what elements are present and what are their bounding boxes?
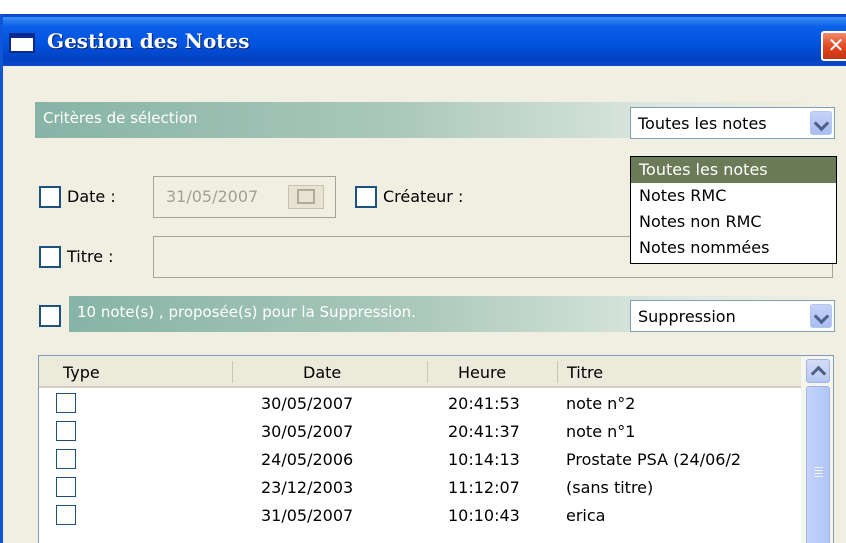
row-heure: 11:12:07 (448, 478, 520, 497)
row-titre: note n°2 (566, 394, 636, 413)
date-field[interactable]: 31/05/2007 (153, 176, 336, 218)
column-header-type[interactable]: Type (63, 363, 100, 382)
createur-label: Créateur : (383, 187, 464, 206)
notes-filter-value: Toutes les notes (638, 114, 767, 133)
grip-line (814, 470, 823, 471)
suppression-value: Suppression (638, 307, 736, 326)
date-value: 31/05/2007 (166, 187, 259, 206)
row-titre: erica (566, 506, 606, 525)
column-divider[interactable] (427, 361, 428, 383)
date-label: Date : (67, 187, 116, 206)
row-titre: Prostate PSA (24/06/2 (566, 450, 742, 469)
table-row[interactable]: 30/05/2007 20:41:37 note n°1 (39, 418, 801, 446)
row-date: 30/05/2007 (261, 422, 354, 441)
row-heure: 10:14:13 (448, 450, 520, 469)
vertical-scrollbar[interactable] (801, 356, 833, 543)
chevron-down-icon[interactable] (810, 111, 832, 135)
titre-checkbox[interactable] (39, 246, 61, 268)
row-checkbox[interactable] (56, 393, 76, 413)
row-date: 30/05/2007 (261, 394, 354, 413)
select-all-checkbox[interactable] (39, 305, 61, 327)
createur-checkbox[interactable] (355, 186, 377, 208)
notes-filter-select[interactable]: Toutes les notes (630, 107, 835, 139)
chevron-down-icon[interactable] (810, 304, 832, 328)
column-divider[interactable] (232, 361, 233, 383)
row-titre: note n°1 (566, 422, 636, 441)
table-header: Type Date Heure Titre (39, 356, 801, 388)
row-heure: 20:41:53 (448, 394, 520, 413)
row-date: 31/05/2007 (261, 506, 354, 525)
notes-window: Gestion des Notes ✕ Critères de sélectio… (0, 14, 846, 543)
titre-label: Titre : (67, 247, 114, 266)
window-title: Gestion des Notes (47, 29, 250, 53)
grip-line (814, 467, 823, 468)
notes-table[interactable]: Type Date Heure Titre 30/05/2007 20:41:5… (38, 355, 834, 543)
scroll-thumb[interactable] (806, 386, 830, 543)
column-header-date[interactable]: Date (303, 363, 341, 382)
dropdown-option-toutes[interactable]: Toutes les notes (631, 157, 836, 183)
row-titre: (sans titre) (566, 478, 654, 497)
column-header-heure[interactable]: Heure (458, 363, 506, 382)
row-heure: 20:41:37 (448, 422, 520, 441)
table-row[interactable]: 24/05/2006 10:14:13 Prostate PSA (24/06/… (39, 446, 801, 474)
table-row[interactable]: 31/05/2007 10:10:43 erica (39, 502, 801, 530)
row-checkbox[interactable] (56, 505, 76, 525)
scroll-up-button[interactable] (806, 359, 830, 383)
suppression-message: 10 note(s) , proposée(s) pour la Suppres… (77, 303, 416, 321)
date-checkbox[interactable] (39, 186, 61, 208)
row-heure: 10:10:43 (448, 506, 520, 525)
calendar-icon (297, 189, 315, 204)
column-header-titre[interactable]: Titre (567, 363, 603, 382)
window-icon (9, 33, 35, 53)
close-button[interactable]: ✕ (821, 31, 846, 61)
suppression-select[interactable]: Suppression (630, 300, 835, 332)
notes-filter-dropdown: Toutes les notes Notes RMC Notes non RMC… (630, 156, 837, 264)
grip-line (814, 476, 823, 477)
criteria-header-label: Critères de sélection (43, 109, 198, 127)
calendar-button[interactable] (288, 185, 324, 209)
row-date: 23/12/2003 (261, 478, 354, 497)
grip-line (814, 473, 823, 474)
dropdown-option-nommees[interactable]: Notes nommées (631, 235, 836, 261)
row-checkbox[interactable] (56, 477, 76, 497)
dropdown-option-non-rmc[interactable]: Notes non RMC (631, 209, 836, 235)
row-checkbox[interactable] (56, 449, 76, 469)
table-row[interactable]: 30/05/2007 20:41:53 note n°2 (39, 390, 801, 418)
row-date: 24/05/2006 (261, 450, 354, 469)
row-checkbox[interactable] (56, 421, 76, 441)
dropdown-option-rmc[interactable]: Notes RMC (631, 183, 836, 209)
column-divider[interactable] (557, 361, 558, 383)
title-bar[interactable]: Gestion des Notes ✕ (3, 14, 846, 66)
table-row[interactable]: 23/12/2003 11:12:07 (sans titre) (39, 474, 801, 502)
